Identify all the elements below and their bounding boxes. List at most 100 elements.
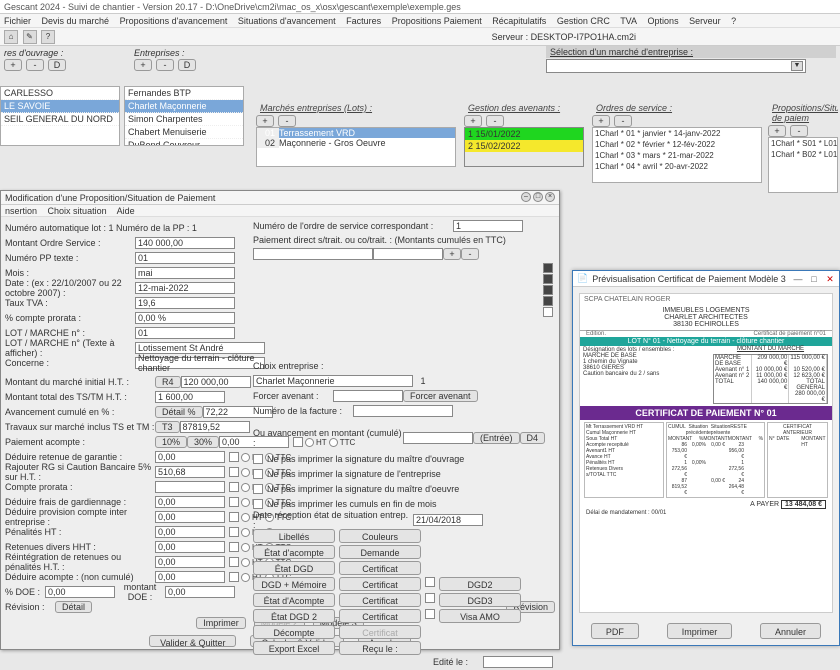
menu-crc[interactable]: Gestion CRC xyxy=(557,16,610,26)
grid-button[interactable]: Certificat Paiement 5 xyxy=(339,625,421,639)
field-input[interactable]: 87819,52 xyxy=(180,421,250,433)
grid-button[interactable]: Libellés xyxy=(253,529,335,543)
grid-button[interactable]: Certificat Paiement 3 xyxy=(339,593,421,607)
field-input[interactable]: 0,00 xyxy=(155,526,225,538)
list-item[interactable]: SEIL GENERAL DU NORD xyxy=(1,113,119,126)
menu-serveur[interactable]: Serveur xyxy=(689,16,721,26)
menu-situations[interactable]: Situations d'avancement xyxy=(238,16,336,26)
dlg-menu-aide[interactable]: Aide xyxy=(117,206,135,216)
entree-button[interactable]: (Entrée) xyxy=(473,432,520,444)
grid-button[interactable]: Export Excel xyxy=(253,641,335,655)
ht-radio[interactable] xyxy=(241,558,250,567)
field-input[interactable]: Nettoyage du terrain - clôture chantier xyxy=(135,357,265,369)
print-checkbox[interactable] xyxy=(253,454,263,464)
ht-radio[interactable] xyxy=(241,468,250,477)
field-input[interactable]: 140 000,00 xyxy=(135,237,235,249)
ht-radio[interactable] xyxy=(241,483,250,492)
dlg-menu-choix[interactable]: Choix situation xyxy=(48,206,107,216)
ht-radio[interactable] xyxy=(241,543,250,552)
field-input[interactable]: 12-mai-2022 xyxy=(135,282,235,294)
pv-min-icon[interactable]: — xyxy=(793,274,803,284)
grid-button[interactable]: Certificat Paiement 2 xyxy=(339,577,421,591)
field-input[interactable]: 1 600,00 xyxy=(155,391,225,403)
field-input[interactable]: 0,00 % xyxy=(135,312,235,324)
check-2[interactable] xyxy=(543,274,553,284)
lots-add[interactable]: + xyxy=(256,115,274,127)
row-check[interactable] xyxy=(229,452,239,462)
grid-button[interactable]: État DGD xyxy=(253,561,335,575)
ouvrage-del-button[interactable]: - xyxy=(26,59,44,71)
menu-fichier[interactable]: Fichier xyxy=(4,16,31,26)
grid-button[interactable]: DGD + Mémoire xyxy=(253,577,335,591)
menu-tva[interactable]: TVA xyxy=(620,16,637,26)
prop-del[interactable]: - xyxy=(790,125,808,137)
list-item[interactable]: 1Charl * 02 * février * 12-fév-2022 xyxy=(593,139,761,150)
field-input[interactable]: 0,00 xyxy=(155,571,225,583)
avenants-list[interactable]: 1 15/01/2022 2 15/02/2022 xyxy=(464,127,584,167)
dropdown-arrow-icon[interactable]: ▼ xyxy=(791,61,803,71)
list-item[interactable]: Charlet Maçonnerie xyxy=(125,100,243,113)
pv-annuler-button[interactable]: Annuler xyxy=(760,623,821,639)
field-input[interactable]: 0,00 xyxy=(155,451,225,463)
inline-button[interactable]: R4 xyxy=(155,376,181,388)
tool-icon-3[interactable]: ? xyxy=(41,30,55,44)
print-checkbox[interactable] xyxy=(253,499,263,509)
list-item[interactable]: LE SAVOIE xyxy=(1,100,119,113)
grid-button[interactable]: État d'Acompte 2 xyxy=(253,593,335,607)
numero-os-input[interactable]: 1 xyxy=(453,220,523,232)
inline-button[interactable]: 10% xyxy=(155,436,187,448)
preview-titlebar[interactable]: 📄 Prévisualisation Certificat de Paiemen… xyxy=(573,271,839,287)
pdf-button[interactable]: PDF xyxy=(591,623,639,639)
grid-button[interactable]: Certificat Paiement 1 xyxy=(339,561,421,575)
field-input[interactable]: 510,68 xyxy=(155,466,225,478)
check-5[interactable] xyxy=(543,307,553,317)
ent-d-button[interactable]: D xyxy=(178,59,196,71)
field-input[interactable] xyxy=(155,481,225,493)
ht-radio[interactable] xyxy=(241,528,250,537)
grid-button[interactable]: Certificat Paiement 4 xyxy=(339,609,421,623)
check-3[interactable] xyxy=(543,285,553,295)
row-check[interactable] xyxy=(229,542,239,552)
prop-add[interactable]: + xyxy=(768,125,786,137)
grid-checkbox[interactable] xyxy=(425,609,435,619)
inline-button[interactable]: 30% xyxy=(187,436,219,448)
tool-icon-2[interactable]: ✎ xyxy=(23,30,37,44)
entreprise-list[interactable]: Fernandes BTP Charlet Maçonnerie Simon C… xyxy=(124,86,244,146)
av-add[interactable]: + xyxy=(464,115,482,127)
list-item[interactable]: CARLESSO xyxy=(1,87,119,100)
lots-del[interactable]: - xyxy=(278,115,296,127)
grid-button[interactable]: Décompte général xyxy=(253,625,335,639)
menu-propositions[interactable]: Propositions d'avancement xyxy=(120,16,228,26)
ord-add[interactable]: + xyxy=(592,115,610,127)
grid-button[interactable]: DGD3 xyxy=(439,593,521,607)
d4-button[interactable]: D4 xyxy=(520,432,546,444)
inline-button[interactable]: Détail % xyxy=(155,406,203,418)
paiement-input-1[interactable] xyxy=(253,248,373,260)
ht-radio[interactable] xyxy=(241,573,250,582)
list-item[interactable]: Chabert Menuiserie xyxy=(125,126,243,139)
table-row[interactable]: 02Maçonnerie - Gros Oeuvre xyxy=(257,138,455,148)
print-checkbox[interactable] xyxy=(253,484,263,494)
dialog-menubar[interactable]: nsertion Choix situation Aide xyxy=(1,205,559,217)
doe-pct-input[interactable]: 0,00 xyxy=(45,586,115,598)
paiement-add[interactable]: + xyxy=(443,248,461,260)
grid-button[interactable]: État DGD 2 xyxy=(253,609,335,623)
list-item[interactable]: Fernandes BTP xyxy=(125,87,243,100)
list-item[interactable]: DuBond Couvreur xyxy=(125,139,243,146)
table-row[interactable]: 01Terrassement VRD xyxy=(257,128,455,138)
av-del[interactable]: - xyxy=(486,115,504,127)
paiement-del[interactable]: - xyxy=(461,248,479,260)
main-menubar[interactable]: Fichier Devis du marché Propositions d'a… xyxy=(0,14,840,28)
menu-help[interactable]: ? xyxy=(731,16,736,26)
list-item[interactable]: 2 15/02/2022 xyxy=(465,140,583,152)
dlg-menu-insertion[interactable]: nsertion xyxy=(5,206,37,216)
row-check[interactable] xyxy=(229,527,239,537)
menu-devis[interactable]: Devis du marché xyxy=(42,16,110,26)
ouvrage-list[interactable]: CARLESSO LE SAVOIE SEIL GENERAL DU NORD xyxy=(0,86,120,146)
list-item[interactable]: 1 15/01/2022 xyxy=(465,128,583,140)
ordres-list[interactable]: 1Charl * 01 * janvier * 14-janv-2022 1Ch… xyxy=(592,127,762,183)
field-input[interactable]: 0,00 xyxy=(155,556,225,568)
choix-ent-input[interactable]: Charlet Maçonnerie xyxy=(253,375,413,387)
field-input[interactable]: 0,00 xyxy=(155,496,225,508)
list-item[interactable]: 1Charl * 03 * mars * 21-mar-2022 xyxy=(593,150,761,161)
